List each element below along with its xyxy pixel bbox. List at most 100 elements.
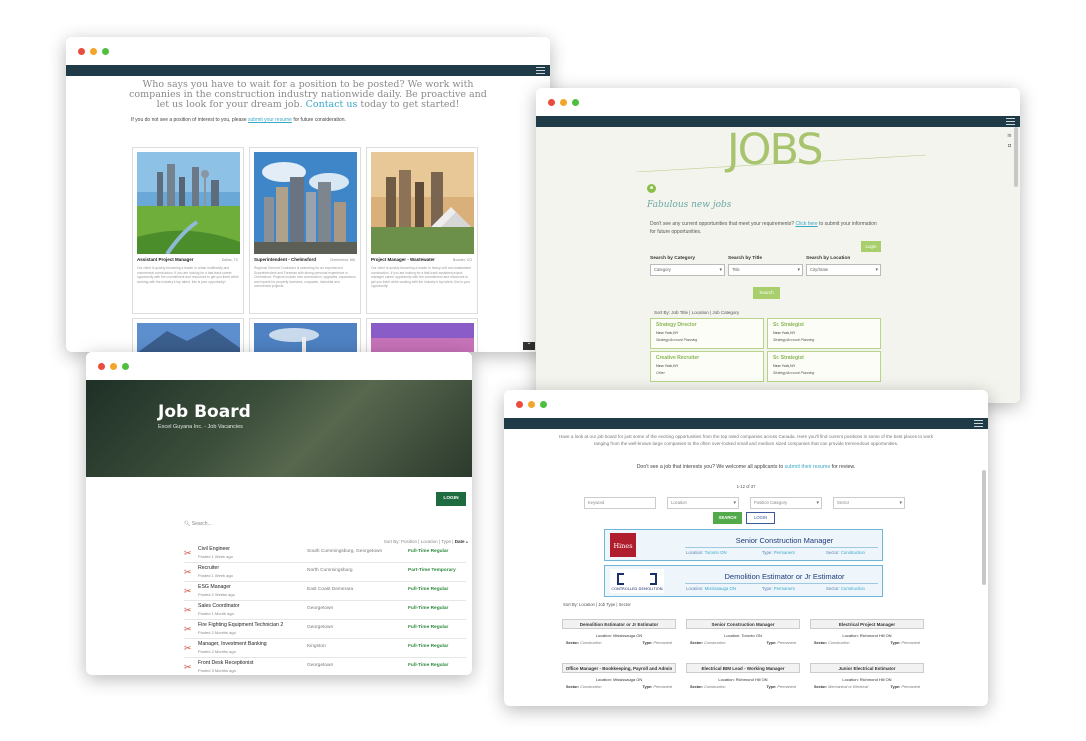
maximize-dot-icon[interactable]	[102, 48, 109, 55]
close-dot-icon[interactable]	[78, 48, 85, 55]
minimize-dot-icon[interactable]	[528, 401, 535, 408]
search-button[interactable]: Search	[753, 287, 780, 299]
job-card-title[interactable]: Project Manager - Wastewater	[371, 257, 435, 262]
table-row[interactable]: ✂ Front Desk Receptionist Posted 3 Months …	[184, 658, 466, 675]
job-title[interactable]: Office Manager - Bookkeeping, Payroll an…	[562, 663, 676, 673]
job-title[interactable]: Electrical Project Manager	[810, 619, 924, 629]
maximize-dot-icon[interactable]	[122, 363, 129, 370]
table-row[interactable]: ✂ Fire Fighting Equipment Technician 2 Pos…	[184, 620, 466, 639]
search-button[interactable]: SEARCH	[713, 512, 742, 524]
job-title[interactable]: Strategy Director	[656, 322, 697, 328]
featured-job[interactable]: Hines Senior Construction Manager Locati…	[604, 529, 883, 561]
location-select[interactable]: Location	[667, 497, 739, 509]
sort-by[interactable]: Sort By: Location | Job Type | Sector	[563, 602, 631, 607]
job-title[interactable]: Demolition Estimator or Jr Estimator	[562, 619, 676, 629]
job-title[interactable]: Civil Engineer	[198, 546, 230, 552]
scroll-to-top-button[interactable]: ⌃	[523, 342, 535, 350]
job-location: East Coast Demerara	[307, 587, 354, 592]
job-card[interactable]: Superintendent - Chelmsford Chelmsford, …	[249, 147, 361, 314]
job-location: New York,NY	[773, 364, 796, 368]
keyword-input[interactable]: Keyword	[584, 497, 656, 509]
job-card-title[interactable]: Assistant Project Manager	[137, 257, 194, 262]
login-button[interactable]: LOGIN	[746, 512, 775, 524]
controlled-demolition-logo: CONTROLLED DEMOLITION	[610, 569, 664, 593]
sector-select[interactable]: Sector	[833, 497, 905, 509]
close-dot-icon[interactable]	[98, 363, 105, 370]
hamburger-menu-icon[interactable]	[536, 67, 545, 74]
job-title[interactable]: Creative Recruiter	[656, 355, 699, 361]
job-listing-card[interactable]: Sr. Strategist New York,NY Strategy/Acco…	[767, 318, 881, 349]
job-title[interactable]: Electrical BIM Lead - Working Manager	[686, 663, 800, 673]
job-title[interactable]: Junior Electrical Estimator	[810, 663, 924, 673]
instagram-icon[interactable]: ◘	[1006, 143, 1013, 150]
location-select[interactable]: City/State	[806, 264, 881, 276]
hamburger-menu-icon[interactable]	[1006, 118, 1015, 125]
job-listing-card[interactable]: Junior Electrical Estimator Location: Ric…	[810, 663, 924, 694]
table-row[interactable]: ✂ Recruiter Posted 1 Week ago North Cumming…	[184, 563, 466, 582]
linkedin-icon[interactable]: in	[1006, 133, 1013, 140]
page-body: JOBS in ◘ ■ Fabulous new jobs Don't see …	[536, 127, 1020, 403]
sunset-image	[371, 323, 474, 352]
lighthouse-image	[254, 323, 357, 352]
job-title[interactable]: ESG Manager	[198, 584, 231, 590]
click-here-link[interactable]: Click here	[795, 221, 817, 227]
hamburger-menu-icon[interactable]	[974, 420, 983, 427]
job-listing-card[interactable]: Senior Construction Manager Location: Tor…	[686, 619, 800, 650]
job-title[interactable]: Senior Construction Manager	[686, 619, 800, 629]
job-listing-card[interactable]: Demolition Estimator or Jr Estimator Loca…	[562, 619, 676, 650]
login-button[interactable]: LOGIN	[436, 492, 466, 506]
maximize-dot-icon[interactable]	[540, 401, 547, 408]
close-dot-icon[interactable]	[548, 99, 555, 106]
sort-options[interactable]: Job Title | Location | Job Category	[671, 310, 739, 315]
briefcase-icon: ■	[647, 184, 656, 193]
close-dot-icon[interactable]	[516, 401, 523, 408]
featured-type: Type: Permanent	[762, 586, 795, 591]
featured-job-title[interactable]: Senior Construction Manager	[695, 536, 874, 545]
job-card-title[interactable]: Superintendent - Chelmsford	[254, 257, 316, 262]
minimize-dot-icon[interactable]	[560, 99, 567, 106]
submit-resume-link[interactable]: submit your resume	[248, 117, 292, 123]
featured-job-title[interactable]: Demolition Estimator or Jr Estimator	[695, 572, 874, 581]
divider	[685, 583, 878, 584]
search-input[interactable]: 🔍︎ Search...	[184, 521, 212, 527]
login-button[interactable]: Login	[861, 241, 881, 252]
category-select[interactable]: Category	[650, 264, 725, 276]
table-row[interactable]: ✂ Sales Coordinator Posted 1 Month ago Geor…	[184, 601, 466, 620]
job-title[interactable]: Sr. Strategist	[773, 322, 804, 328]
minimize-dot-icon[interactable]	[110, 363, 117, 370]
job-title[interactable]: Fire Fighting Equipment Technician 2	[198, 622, 283, 628]
featured-sector: Sector: Construction	[826, 586, 865, 591]
contact-us-link[interactable]: Contact us	[306, 99, 358, 110]
job-type: Full-Time Regular	[408, 625, 449, 630]
job-card[interactable]: Assistant Project Manager Dallas, TX Our…	[132, 147, 244, 314]
job-title[interactable]: Front Desk Receptionist	[198, 660, 253, 666]
submit-resume-link[interactable]: submit their resume	[785, 464, 831, 470]
job-title[interactable]: Recruiter	[198, 565, 219, 571]
denver-skyline-image	[371, 152, 474, 254]
job-listing-card[interactable]: Sr. Strategist New York,NY Strategy/Acco…	[767, 351, 881, 382]
page-title: Job Board	[158, 402, 251, 422]
title-select[interactable]: Title	[728, 264, 803, 276]
job-title[interactable]: Manager, Investment Banking	[198, 641, 267, 647]
maximize-dot-icon[interactable]	[572, 99, 579, 106]
job-listing-card[interactable]: Creative Recruiter New York,NY Other	[650, 351, 764, 382]
scrollbar[interactable]	[1014, 127, 1018, 187]
featured-job[interactable]: CONTROLLED DEMOLITION Demolition Estimat…	[604, 565, 883, 597]
job-listing-card[interactable]: Electrical Project Manager Location: Rich…	[810, 619, 924, 650]
logo-text: Hines	[613, 542, 632, 550]
job-listing-card[interactable]: Office Manager - Bookkeeping, Payroll an…	[562, 663, 676, 694]
job-title[interactable]: Sales Coordinator	[198, 603, 240, 609]
job-card[interactable]	[366, 318, 478, 352]
job-title[interactable]: Sr. Strategist	[773, 355, 804, 361]
job-listing-card[interactable]: Strategy Director New York,NY Strategy/A…	[650, 318, 764, 349]
table-row[interactable]: ✂ Civil Engineer Posted 1 Week ago South Cu…	[184, 544, 466, 563]
minimize-dot-icon[interactable]	[90, 48, 97, 55]
table-row[interactable]: ✂ ESG Manager Posted 2 Weeks ago East Coast…	[184, 582, 466, 601]
job-card[interactable]	[249, 318, 361, 352]
position-category-select[interactable]: Position Category	[750, 497, 822, 509]
job-card[interactable]: Project Manager - Wastewater Boulder, CO…	[366, 147, 478, 314]
job-type-icon: ✂	[184, 624, 192, 634]
table-row[interactable]: ✂ Manager, Investment Banking Posted 2 Mon…	[184, 639, 466, 658]
job-listing-card[interactable]: Electrical BIM Lead - Working Manager Loc…	[686, 663, 800, 694]
job-card[interactable]	[132, 318, 244, 352]
